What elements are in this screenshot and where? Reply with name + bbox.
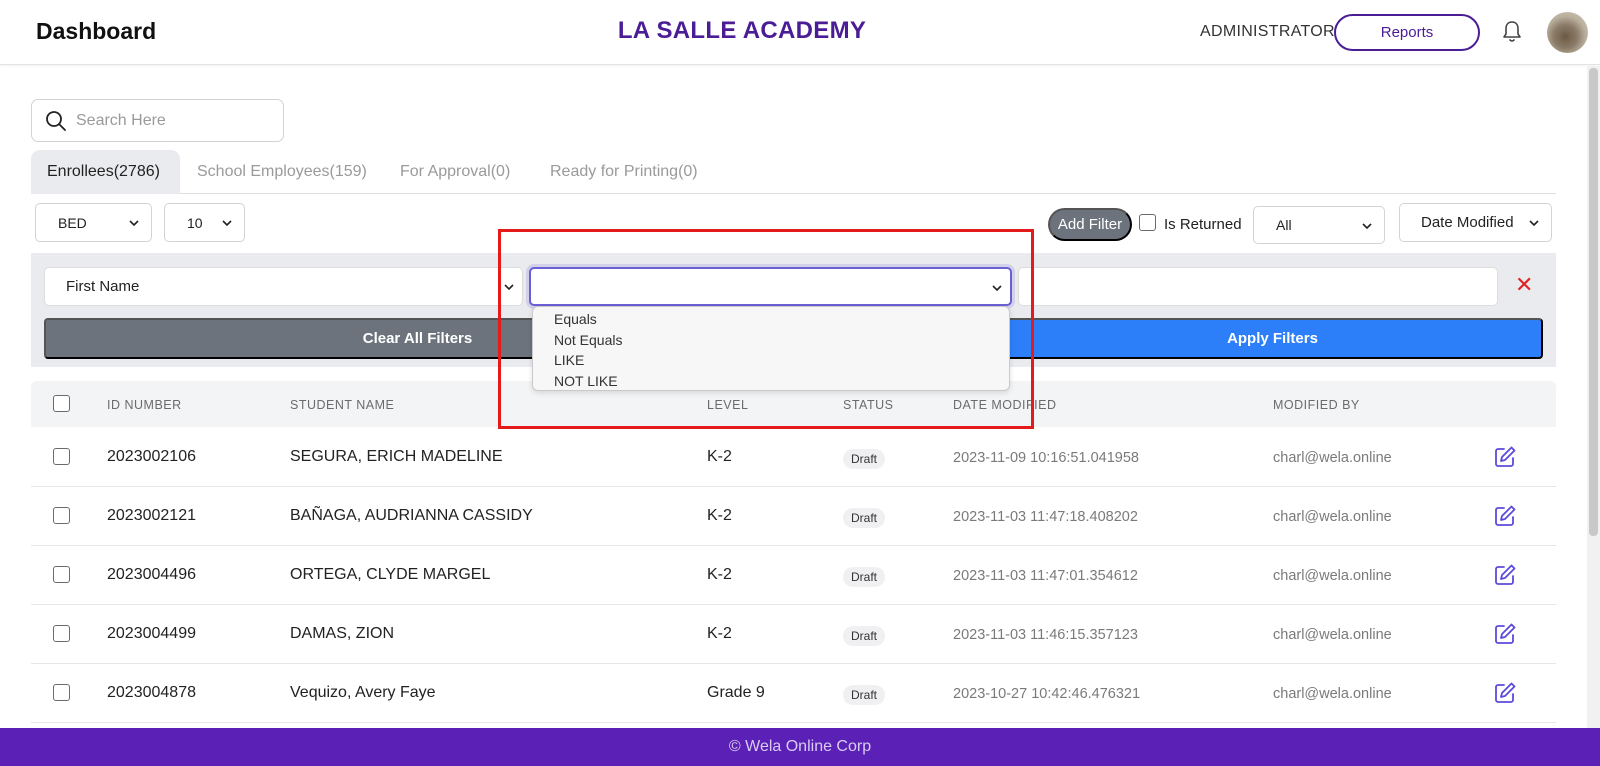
top-header: Dashboard LA SALLE ACADEMY ADMINISTRATOR… <box>0 0 1600 65</box>
user-role: ADMINISTRATOR <box>1200 23 1335 40</box>
operator-option-equals[interactable]: Equals <box>533 309 1009 330</box>
row-modified-by: charl@wela.online <box>1273 686 1392 702</box>
page-size-select[interactable]: 10 <box>164 203 245 242</box>
table-row[interactable]: 2023004499 DAMAS, ZION K-2 Draft 2023-11… <box>31 605 1556 664</box>
chevron-down-icon <box>129 220 139 227</box>
operator-option-not-like[interactable]: NOT LIKE <box>533 371 1009 392</box>
row-level: K-2 <box>707 507 732 524</box>
table-row[interactable]: 2023002121 BAÑAGA, AUDRIANNA CASSIDY K-2… <box>31 487 1556 546</box>
tab-school-employees[interactable]: School Employees(159) <box>181 150 383 194</box>
table-row[interactable]: 2023002106 SEGURA, ERICH MADELINE K-2 Dr… <box>31 428 1556 487</box>
row-student-name: DAMAS, ZION <box>290 625 395 642</box>
filter-value-input[interactable] <box>1018 267 1498 306</box>
operator-dropdown-menu: Equals Not Equals LIKE NOT LIKE <box>532 306 1010 391</box>
reports-button[interactable]: Reports <box>1334 14 1480 51</box>
filter-field-select[interactable]: First Name <box>44 267 523 306</box>
row-checkbox[interactable] <box>53 684 70 701</box>
sort-select[interactable]: Date Modified <box>1399 203 1552 242</box>
row-modified-by: charl@wela.online <box>1273 450 1392 466</box>
department-value: BED <box>58 214 87 231</box>
row-id: 2023004878 <box>107 684 196 701</box>
col-student-name: STUDENT NAME <box>290 398 395 412</box>
is-returned-checkbox[interactable] <box>1139 214 1156 231</box>
row-id: 2023002106 <box>107 448 196 465</box>
col-status: STATUS <box>843 398 894 412</box>
row-modified-by: charl@wela.online <box>1273 568 1392 584</box>
scrollbar-thumb[interactable] <box>1589 68 1598 536</box>
search-box[interactable] <box>31 99 284 142</box>
operator-option-like[interactable]: LIKE <box>533 350 1009 371</box>
col-modified-by: MODIFIED BY <box>1273 398 1360 412</box>
footer: © Wela Online Corp <box>0 728 1600 766</box>
status-badge: Draft <box>843 508 886 528</box>
page-size-value: 10 <box>187 214 203 231</box>
chevron-down-icon <box>504 284 514 291</box>
row-level: K-2 <box>707 625 732 642</box>
search-input[interactable] <box>76 111 266 130</box>
col-date-modified: DATE MODIFIED <box>953 398 1057 412</box>
tab-ready-for-printing[interactable]: Ready for Printing(0) <box>534 150 714 194</box>
chevron-down-icon <box>1362 223 1372 230</box>
department-select[interactable]: BED <box>35 203 152 242</box>
row-checkbox[interactable] <box>53 625 70 642</box>
apply-filters-button[interactable]: Apply Filters <box>1002 318 1543 359</box>
filter-operator-select[interactable] <box>529 267 1012 306</box>
col-id-number: ID NUMBER <box>107 398 182 412</box>
tab-bar: Enrollees(2786) School Employees(159) Fo… <box>31 150 1556 194</box>
chevron-down-icon <box>1529 220 1539 227</box>
table-row[interactable]: 2023004878 Vequizo, Avery Faye Grade 9 D… <box>31 664 1556 723</box>
row-id: 2023004496 <box>107 566 196 583</box>
operator-option-not-equals[interactable]: Not Equals <box>533 330 1009 351</box>
chevron-down-icon <box>222 220 232 227</box>
edit-icon[interactable] <box>1493 681 1517 705</box>
status-badge: Draft <box>843 449 886 469</box>
row-level: Grade 9 <box>707 684 765 701</box>
row-student-name: SEGURA, ERICH MADELINE <box>290 448 503 465</box>
row-date-modified: 2023-11-09 10:16:51.041958 <box>953 450 1139 466</box>
row-date-modified: 2023-11-03 11:47:01.354612 <box>953 568 1138 584</box>
status-select-value: All <box>1276 217 1292 233</box>
status-badge: Draft <box>843 567 886 587</box>
row-student-name: BAÑAGA, AUDRIANNA CASSIDY <box>290 507 533 524</box>
select-all-checkbox[interactable] <box>53 395 70 412</box>
row-student-name: ORTEGA, CLYDE MARGEL <box>290 566 491 583</box>
chevron-down-icon <box>992 285 1002 292</box>
bell-icon[interactable] <box>1500 19 1524 45</box>
row-level: K-2 <box>707 566 732 583</box>
tab-enrollees[interactable]: Enrollees(2786) <box>31 150 180 194</box>
row-date-modified: 2023-11-03 11:47:18.408202 <box>953 509 1138 525</box>
row-id: 2023002121 <box>107 507 196 524</box>
row-date-modified: 2023-10-27 10:42:46.476321 <box>953 686 1141 702</box>
is-returned-label: Is Returned <box>1164 216 1242 233</box>
row-level: K-2 <box>707 448 732 465</box>
row-modified-by: charl@wela.online <box>1273 509 1392 525</box>
edit-icon[interactable] <box>1493 504 1517 528</box>
row-modified-by: charl@wela.online <box>1273 627 1392 643</box>
status-select[interactable]: All <box>1253 206 1385 244</box>
row-checkbox[interactable] <box>53 507 70 524</box>
row-date-modified: 2023-11-03 11:46:15.357123 <box>953 627 1138 643</box>
tab-for-approval[interactable]: For Approval(0) <box>384 150 526 194</box>
edit-icon[interactable] <box>1493 622 1517 646</box>
edit-icon[interactable] <box>1493 445 1517 469</box>
remove-filter-icon[interactable]: ✕ <box>1515 274 1533 296</box>
status-badge: Draft <box>843 626 886 646</box>
filter-field-value: First Name <box>66 278 140 295</box>
enrollees-table: ID NUMBER STUDENT NAME LEVEL STATUS DATE… <box>31 381 1556 728</box>
add-filter-button[interactable]: Add Filter <box>1048 208 1132 241</box>
sort-select-value: Date Modified <box>1421 214 1514 231</box>
status-badge: Draft <box>843 685 886 705</box>
avatar[interactable] <box>1547 12 1588 53</box>
edit-icon[interactable] <box>1493 563 1517 587</box>
col-level: LEVEL <box>707 398 749 412</box>
row-id: 2023004499 <box>107 625 196 642</box>
table-row[interactable]: 2023004496 ORTEGA, CLYDE MARGEL K-2 Draf… <box>31 546 1556 605</box>
row-checkbox[interactable] <box>53 448 70 465</box>
row-student-name: Vequizo, Avery Faye <box>290 684 436 701</box>
search-icon <box>46 110 66 131</box>
row-checkbox[interactable] <box>53 566 70 583</box>
